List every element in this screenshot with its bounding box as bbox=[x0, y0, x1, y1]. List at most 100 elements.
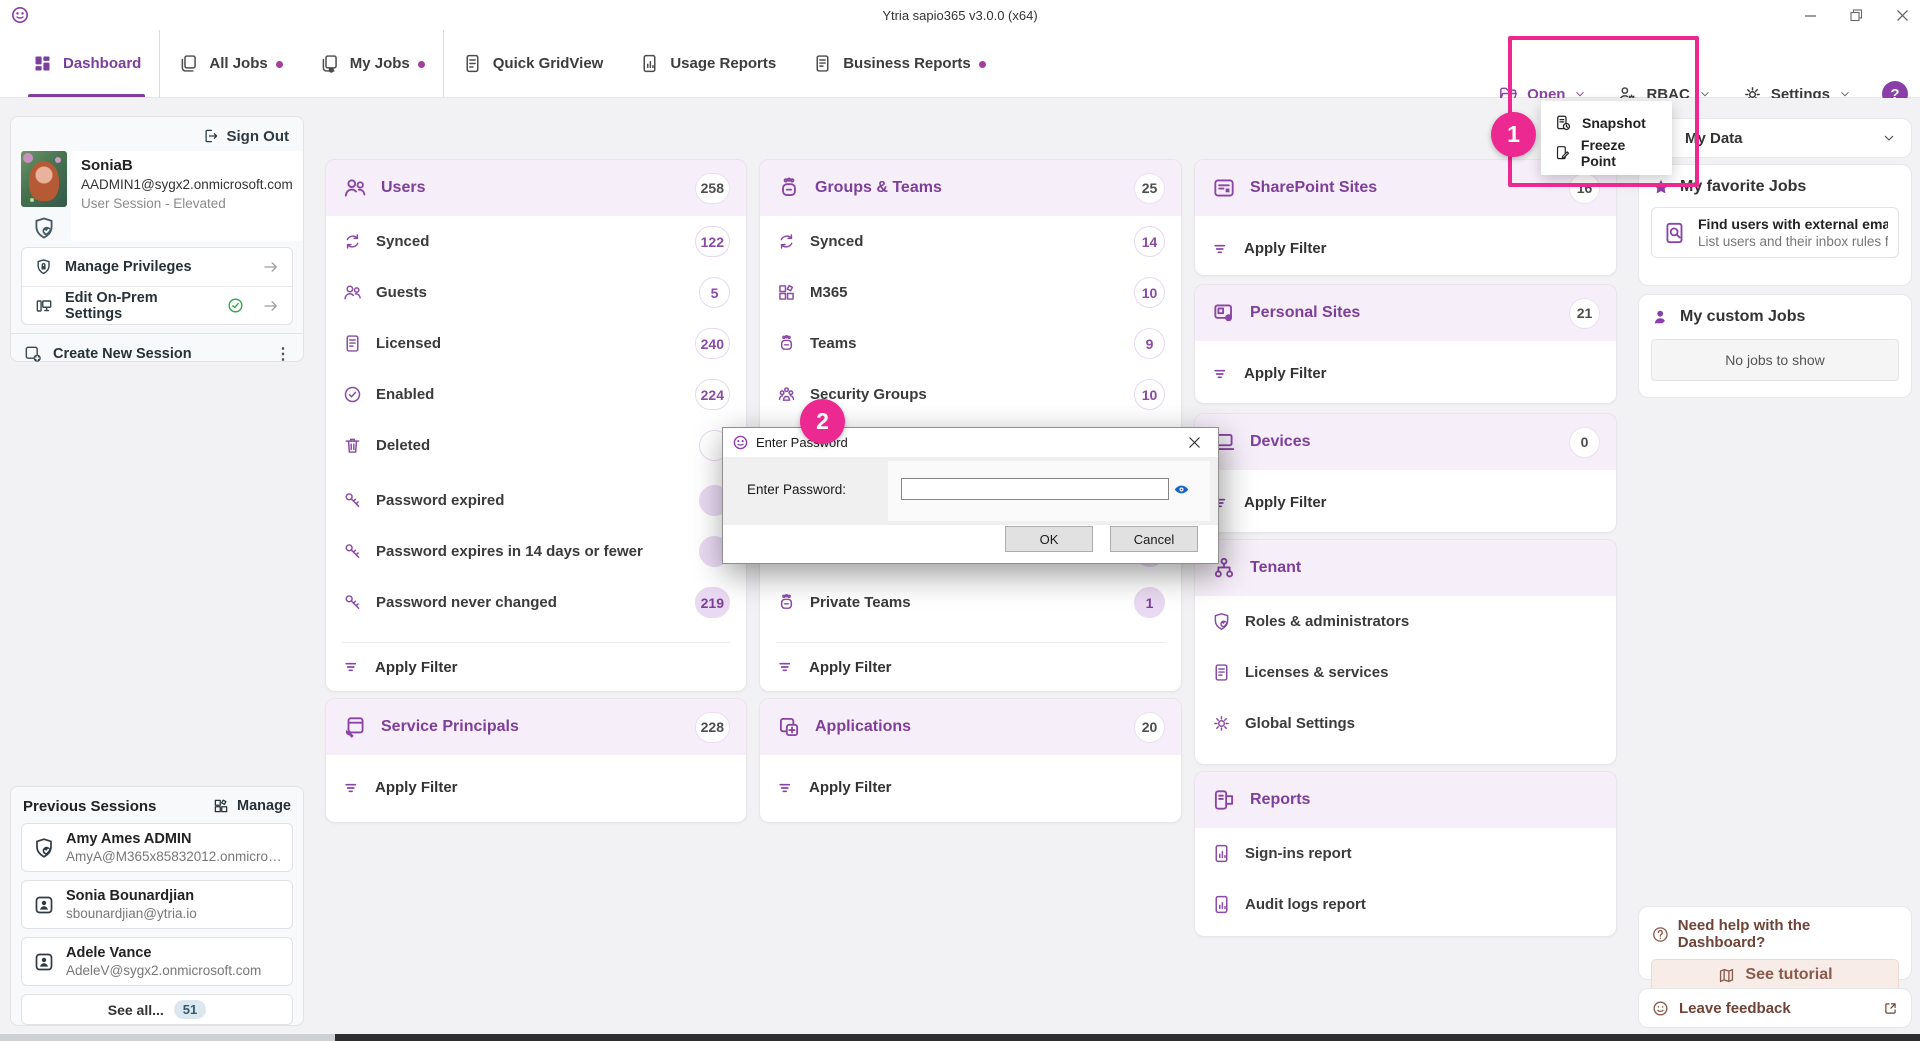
dialog-close-button[interactable] bbox=[1179, 432, 1209, 454]
apply-filter-button[interactable]: Apply Filter bbox=[342, 763, 730, 812]
users-card-header[interactable]: Users 258 bbox=[326, 160, 746, 216]
previous-session-item[interactable]: Amy Ames ADMIN AmyA@M365x85832012.onmicr… bbox=[21, 823, 293, 872]
apply-filter-button[interactable]: Apply Filter bbox=[776, 763, 1165, 812]
card-row[interactable]: Audit logs report bbox=[1211, 879, 1600, 930]
open-dropdown-menu: Snapshot Freeze Point bbox=[1541, 101, 1672, 175]
expand-icon[interactable] bbox=[1882, 1000, 1899, 1017]
card-row[interactable]: Enabled 224 bbox=[342, 369, 730, 420]
personal-sites-card-header[interactable]: Personal Sites 21 bbox=[1195, 285, 1616, 341]
see-all-button[interactable]: See all... 51 bbox=[21, 994, 293, 1025]
create-new-session-button[interactable]: Create New Session ⋮ bbox=[11, 333, 303, 374]
chevron-down-icon[interactable] bbox=[1881, 130, 1897, 146]
apply-filter-button[interactable]: Apply Filter bbox=[342, 642, 730, 691]
nav-tab[interactable]: Business Reports bbox=[794, 30, 1004, 97]
previous-session-list: Amy Ames ADMIN AmyA@M365x85832012.onmicr… bbox=[11, 823, 303, 986]
person-icon bbox=[1651, 307, 1671, 327]
eye-icon[interactable] bbox=[1173, 481, 1190, 498]
row-icon bbox=[776, 384, 797, 405]
nav-tabs: Dashboard All Jobs My Jobs Quick GridVie… bbox=[0, 30, 1004, 97]
tenant-card-header[interactable]: Tenant bbox=[1195, 540, 1616, 596]
ok-button[interactable]: OK bbox=[1005, 526, 1093, 552]
main-area: Sign Out SoniaB AADMIN1@sygx2.onmicrosof… bbox=[0, 98, 1920, 1034]
card-row[interactable]: Private Teams 1 bbox=[776, 577, 1165, 628]
reports-card-header[interactable]: Reports bbox=[1195, 772, 1616, 828]
card-title: Personal Sites bbox=[1250, 304, 1556, 322]
previous-session-item[interactable]: Adele Vance AdeleV@sygx2.onmicrosoft.com bbox=[21, 937, 293, 986]
arrow-right-icon bbox=[262, 258, 280, 276]
card-row[interactable]: Deleted bbox=[342, 420, 730, 471]
leave-feedback-card[interactable]: Leave feedback bbox=[1638, 988, 1912, 1028]
card-row[interactable]: Teams 9 bbox=[776, 318, 1165, 369]
row-badge: 10 bbox=[1134, 379, 1165, 410]
card-row[interactable]: Synced 14 bbox=[776, 216, 1165, 267]
session-action-row[interactable]: Edit On-Prem Settings bbox=[22, 286, 292, 324]
action-label: Manage Privileges bbox=[65, 259, 251, 275]
cancel-button[interactable]: Cancel bbox=[1110, 526, 1198, 552]
favorite-jobs-list: Find users with external email ... List … bbox=[1651, 207, 1899, 258]
kebab-menu-icon[interactable]: ⋮ bbox=[275, 344, 291, 364]
row-icon bbox=[776, 592, 797, 613]
apply-filter-button[interactable]: Apply Filter bbox=[1211, 224, 1600, 273]
session-action-row[interactable]: Manage Privileges bbox=[22, 248, 292, 286]
favorite-job-item[interactable]: Find users with external email ... List … bbox=[1651, 207, 1899, 258]
card-row[interactable]: Password expires in 14 days or fewer bbox=[342, 526, 730, 577]
previous-sessions-card: Previous Sessions Manage Amy Ames ADMIN … bbox=[10, 786, 304, 1026]
applications-card: Applications 20 Apply Filter bbox=[759, 698, 1182, 823]
row-label: Password expired bbox=[376, 492, 686, 509]
nav-tab[interactable]: Quick GridView bbox=[444, 30, 622, 97]
close-button[interactable] bbox=[1892, 5, 1912, 25]
dropdown-menu-item[interactable]: Snapshot bbox=[1541, 108, 1672, 138]
card-row[interactable]: Synced 122 bbox=[342, 216, 730, 267]
current-session-card: Sign Out SoniaB AADMIN1@sygx2.onmicrosof… bbox=[10, 116, 304, 362]
password-input[interactable] bbox=[901, 478, 1169, 500]
card-row[interactable]: Sign-ins report bbox=[1211, 828, 1600, 879]
card-row[interactable]: Roles & administrators bbox=[1211, 596, 1600, 647]
dropdown-menu-item[interactable]: Freeze Point bbox=[1541, 138, 1672, 168]
nav-tab-icon bbox=[462, 53, 483, 74]
groups-card-header[interactable]: Groups & Teams 25 bbox=[760, 160, 1181, 216]
see-tutorial-button[interactable]: See tutorial bbox=[1651, 959, 1899, 991]
row-badge: 10 bbox=[1134, 277, 1165, 308]
nav-tab[interactable]: Usage Reports bbox=[621, 30, 794, 97]
row-label: Synced bbox=[810, 233, 1121, 250]
session-user-email: AdeleV@sygx2.onmicrosoft.com bbox=[66, 963, 261, 978]
card-row[interactable]: Password expired bbox=[342, 475, 730, 526]
sign-out-button[interactable]: Sign Out bbox=[11, 117, 303, 147]
previous-session-item[interactable]: Sonia Bounardjian sbounardjian@ytria.io bbox=[21, 880, 293, 929]
card-title: Users bbox=[381, 179, 682, 197]
manage-sessions-button[interactable]: Manage bbox=[212, 797, 291, 815]
row-icon bbox=[342, 490, 363, 511]
nav-tab[interactable]: Dashboard bbox=[14, 30, 160, 97]
service-principals-card-header[interactable]: Service Principals 228 bbox=[326, 699, 746, 755]
applications-card-header[interactable]: Applications 20 bbox=[760, 699, 1181, 755]
apply-filter-button[interactable]: Apply Filter bbox=[776, 642, 1165, 691]
nav-tab[interactable]: All Jobs bbox=[160, 30, 300, 97]
card-row[interactable]: Licensed 240 bbox=[342, 318, 730, 369]
my-data-card[interactable]: My Data bbox=[1638, 118, 1912, 158]
session-user-icon bbox=[32, 950, 56, 974]
job-subtitle: List users and their inbox rules f... bbox=[1698, 234, 1888, 249]
filter-icon bbox=[1211, 364, 1231, 384]
nav-tab[interactable]: My Jobs bbox=[301, 30, 444, 97]
devices-card-header[interactable]: Devices 0 bbox=[1195, 414, 1616, 470]
green-check-icon bbox=[226, 296, 245, 315]
filter-icon bbox=[342, 657, 362, 677]
row-badge: 9 bbox=[1134, 328, 1165, 359]
card-row[interactable]: Guests 5 bbox=[342, 267, 730, 318]
card-row[interactable]: Licenses & services bbox=[1211, 647, 1600, 698]
box-wrench-icon bbox=[342, 714, 368, 740]
bottom-edge-strip bbox=[0, 1034, 1920, 1041]
row-label: Guests bbox=[376, 284, 686, 301]
card-row[interactable]: Password never changed 219 bbox=[342, 577, 730, 628]
card-row[interactable]: M365 10 bbox=[776, 267, 1165, 318]
card-row[interactable]: Global Settings bbox=[1211, 698, 1600, 749]
minimize-button[interactable] bbox=[1800, 5, 1820, 25]
apply-filter-button[interactable]: Apply Filter bbox=[1211, 349, 1600, 398]
apply-filter-button[interactable]: Apply Filter bbox=[1211, 478, 1600, 527]
restore-button[interactable] bbox=[1846, 5, 1866, 25]
row-label: Audit logs report bbox=[1245, 896, 1556, 913]
apply-filter-label: Apply Filter bbox=[1244, 494, 1327, 511]
dialog-title-bar[interactable]: Enter Password bbox=[723, 428, 1218, 457]
favorite-jobs-title: My favorite Jobs bbox=[1680, 178, 1806, 196]
new-session-icon bbox=[23, 344, 43, 364]
